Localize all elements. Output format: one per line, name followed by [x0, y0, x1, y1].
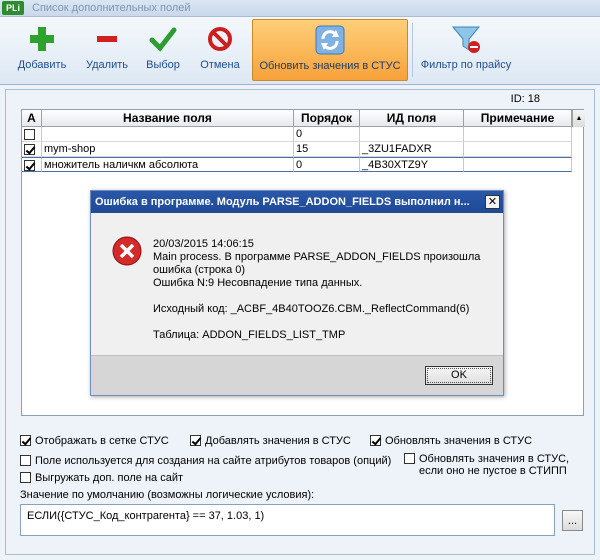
record-id: ID: 18	[510, 93, 540, 105]
funnel-remove-icon	[451, 26, 481, 53]
update-values-label: Обновлять значения в СТУС	[385, 435, 533, 447]
error-source-code: Исходный код: _ACBF_4B40TOOZ6.CBM._Refle…	[153, 303, 470, 315]
upload-to-site-checkbox[interactable]	[20, 472, 31, 483]
row-checkbox[interactable]	[24, 129, 35, 141]
update-if-not-empty-label: Обновлять значения в СТУС, если оно не п…	[419, 453, 569, 477]
update-values-checkbox[interactable]	[370, 435, 381, 446]
add-button-label: Добавить	[17, 59, 67, 71]
checkmark-icon	[149, 27, 177, 52]
cancel-button-label: Отмена	[200, 59, 240, 71]
error-icon	[112, 236, 142, 266]
default-value-input[interactable]: ЕСЛИ({СТУС_Код_контрагента} == 37, 1.03,…	[20, 504, 555, 536]
title-bar: PLi Список дополнительных полей	[0, 0, 600, 17]
default-value-label: Значение по умолчанию (возможны логическ…	[20, 489, 315, 501]
delete-button[interactable]: Удалить	[78, 19, 136, 81]
error-timestamp: 20/03/2015 14:06:15	[153, 238, 254, 250]
update-stus-button-label: Обновить значения в СТУС	[259, 60, 401, 72]
browse-button[interactable]: ...	[562, 510, 583, 531]
filter-by-price-button[interactable]: Фильтр по прайсу	[416, 19, 516, 81]
field-name-cell[interactable]	[42, 127, 294, 142]
site-attributes-checkbox[interactable]	[20, 455, 31, 466]
update-if-not-empty-label-line1: Обновлять значения в СТУС,	[419, 453, 570, 465]
delete-button-label: Удалить	[86, 59, 128, 71]
column-header-order[interactable]: Порядок	[294, 110, 360, 127]
dialog-close-button[interactable]: ✕	[485, 195, 500, 209]
upload-to-site-option[interactable]: Выгружать доп. поле на сайт	[20, 472, 183, 484]
dialog-title-text: Ошибка в программе. Модуль PARSE_ADDON_F…	[95, 196, 470, 208]
column-header-note[interactable]: Примечание	[464, 110, 572, 127]
scroll-up-arrow[interactable]: ▲	[572, 110, 585, 127]
row-checkbox-cell[interactable]	[22, 142, 42, 157]
toolbar: Добавить Удалить Выбор Отмена Обновить з…	[0, 17, 600, 85]
table-row[interactable]: 0	[22, 127, 572, 142]
refresh-icon	[315, 25, 345, 55]
table-row-selected[interactable]: множитель наличкм абсолюта 0 _4B30XTZ9Y	[22, 157, 572, 172]
upload-to-site-label: Выгружать доп. поле на сайт	[35, 472, 184, 484]
add-button[interactable]: Добавить	[10, 19, 74, 81]
error-message-line1: Main process. В программе PARSE_ADDON_FI…	[153, 251, 481, 263]
column-header-field-id[interactable]: ИД поля	[360, 110, 464, 127]
filter-by-price-label: Фильтр по прайсу	[420, 59, 512, 71]
note-cell[interactable]	[464, 142, 572, 157]
site-attributes-label: Поле используется для создания на сайте …	[35, 455, 392, 467]
show-in-grid-option[interactable]: Отображать в сетке СТУС	[20, 435, 169, 447]
note-cell[interactable]	[464, 157, 572, 172]
order-cell[interactable]: 0	[294, 157, 360, 172]
order-cell[interactable]: 15	[294, 142, 360, 157]
row-checkbox-cell[interactable]	[22, 127, 42, 142]
row-checkbox[interactable]	[24, 160, 35, 171]
dialog-title: Ошибка в программе. Модуль PARSE_ADDON_F…	[91, 191, 503, 213]
grid-header: А Название поля Порядок ИД поля Примечан…	[22, 110, 585, 127]
plus-icon	[30, 27, 54, 51]
field-name-cell[interactable]: mym-shop	[42, 142, 294, 157]
table-row[interactable]: mym-shop 15 _3ZU1FADXR	[22, 142, 572, 157]
select-button[interactable]: Выбор	[140, 19, 186, 81]
toolbar-separator	[412, 23, 413, 77]
order-cell[interactable]: 0	[294, 127, 360, 142]
show-in-grid-checkbox[interactable]	[20, 435, 31, 446]
update-if-not-empty-label-line2: если оно не пустое в СТИПП	[419, 465, 567, 477]
error-table-name: Таблица: ADDON_FIELDS_LIST_TMP	[153, 329, 346, 341]
row-checkbox-cell[interactable]	[22, 157, 42, 172]
error-message-line3: Ошибка N:9 Несовпадение типа данных.	[153, 277, 363, 289]
add-values-checkbox[interactable]	[190, 435, 201, 446]
update-values-option[interactable]: Обновлять значения в СТУС	[370, 435, 532, 447]
field-id-cell[interactable]: _4B30XTZ9Y	[360, 157, 464, 172]
field-id-cell[interactable]: _3ZU1FADXR	[360, 142, 464, 157]
ok-button[interactable]: OK	[425, 366, 493, 385]
field-name-cell[interactable]: множитель наличкм абсолюта	[42, 157, 294, 172]
error-message-line2: ошибка (строка 0)	[153, 264, 246, 276]
cancel-button[interactable]: Отмена	[194, 19, 246, 81]
column-header-name[interactable]: Название поля	[42, 110, 294, 127]
show-in-grid-label: Отображать в сетке СТУС	[35, 435, 169, 447]
add-values-option[interactable]: Добавлять значения в СТУС	[190, 435, 351, 447]
cancel-icon	[208, 27, 232, 51]
row-checkbox[interactable]	[24, 144, 35, 156]
app-logo-icon: PLi	[2, 1, 24, 15]
add-values-label: Добавлять значения в СТУС	[205, 435, 351, 447]
site-attributes-option[interactable]: Поле используется для создания на сайте …	[20, 455, 391, 467]
minus-icon	[97, 36, 117, 42]
select-button-label: Выбор	[146, 59, 180, 71]
note-cell[interactable]	[464, 127, 572, 142]
dialog-message: 20/03/2015 14:06:15 Main process. В прог…	[153, 238, 493, 342]
column-header-active[interactable]: А	[22, 110, 42, 127]
dialog-body: 20/03/2015 14:06:15 Main process. В прог…	[91, 213, 503, 355]
update-stus-button[interactable]: Обновить значения в СТУС	[252, 19, 408, 81]
window-title: Список дополнительных полей	[32, 2, 191, 14]
error-dialog: Ошибка в программе. Модуль PARSE_ADDON_F…	[90, 190, 504, 396]
dialog-footer: OK	[91, 355, 503, 395]
field-id-cell[interactable]	[360, 127, 464, 142]
update-if-not-empty-option[interactable]: Обновлять значения в СТУС, если оно не п…	[404, 453, 569, 477]
update-if-not-empty-checkbox[interactable]	[404, 453, 415, 464]
